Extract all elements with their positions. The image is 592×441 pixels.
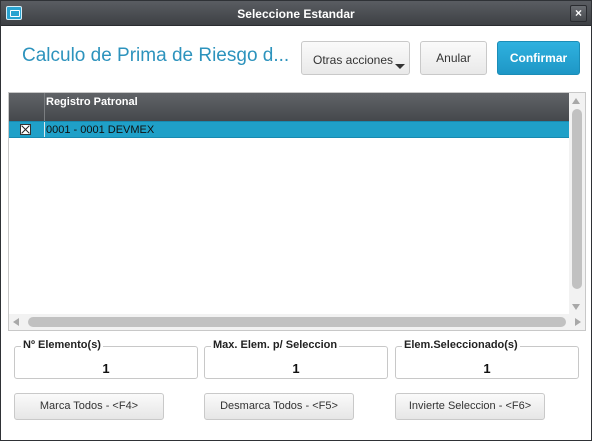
grid-header: Registro Patronal: [9, 93, 569, 121]
page-title: Calculo de Prima de Riesgo d...: [22, 45, 290, 66]
chevron-down-icon: [395, 64, 405, 69]
horizontal-scroll-thumb[interactable]: [28, 317, 566, 327]
select-column-header: [9, 93, 45, 121]
selection-grid: Registro Patronal 0001 - 0001 DEVMEX: [8, 92, 586, 331]
invert-selection-button[interactable]: Invierte Seleccion - <F6>: [395, 393, 545, 420]
horizontal-scrollbar[interactable]: [9, 314, 585, 330]
element-count-box: Nº Elemento(s) 1: [14, 339, 198, 379]
table-row[interactable]: 0001 - 0001 DEVMEX: [9, 121, 569, 138]
close-button[interactable]: ×: [570, 5, 587, 22]
row-checkbox[interactable]: [20, 124, 31, 135]
unmark-all-button[interactable]: Desmarca Todos - <F5>: [204, 393, 354, 420]
element-count-label: Nº Elemento(s): [21, 339, 103, 351]
column-header-registro-patronal[interactable]: Registro Patronal: [46, 96, 138, 108]
max-selection-value: 1: [292, 361, 300, 376]
scroll-up-icon[interactable]: [572, 98, 580, 104]
max-selection-box: Max. Elem. p/ Seleccion 1: [204, 339, 388, 379]
registro-patronal-cell: 0001 - 0001 DEVMEX: [46, 124, 155, 136]
other-actions-label: Otras acciones: [313, 53, 394, 67]
vertical-scrollbar[interactable]: [569, 93, 585, 315]
selected-count-label: Elem.Seleccionado(s): [402, 339, 520, 351]
selected-count-box: Elem.Seleccionado(s) 1: [395, 339, 579, 379]
window-title: Seleccione Estandar: [237, 7, 355, 21]
vertical-scroll-thumb[interactable]: [572, 109, 582, 289]
scroll-down-icon[interactable]: [572, 304, 580, 310]
mark-all-button[interactable]: Marca Todos - <F4>: [14, 393, 164, 420]
selected-count-value: 1: [483, 361, 491, 376]
select-cell: [9, 122, 45, 137]
dialog-window: Seleccione Estandar × Calculo de Prima d…: [0, 0, 592, 441]
scroll-right-icon[interactable]: [575, 318, 581, 326]
cancel-button[interactable]: Anular: [420, 41, 487, 75]
scroll-left-icon[interactable]: [13, 318, 19, 326]
title-bar: Seleccione Estandar ×: [1, 1, 591, 26]
element-count-value: 1: [102, 361, 110, 376]
other-actions-dropdown[interactable]: Otras acciones: [301, 41, 410, 75]
max-selection-label: Max. Elem. p/ Seleccion: [211, 339, 340, 351]
confirm-button[interactable]: Confirmar: [497, 41, 580, 75]
